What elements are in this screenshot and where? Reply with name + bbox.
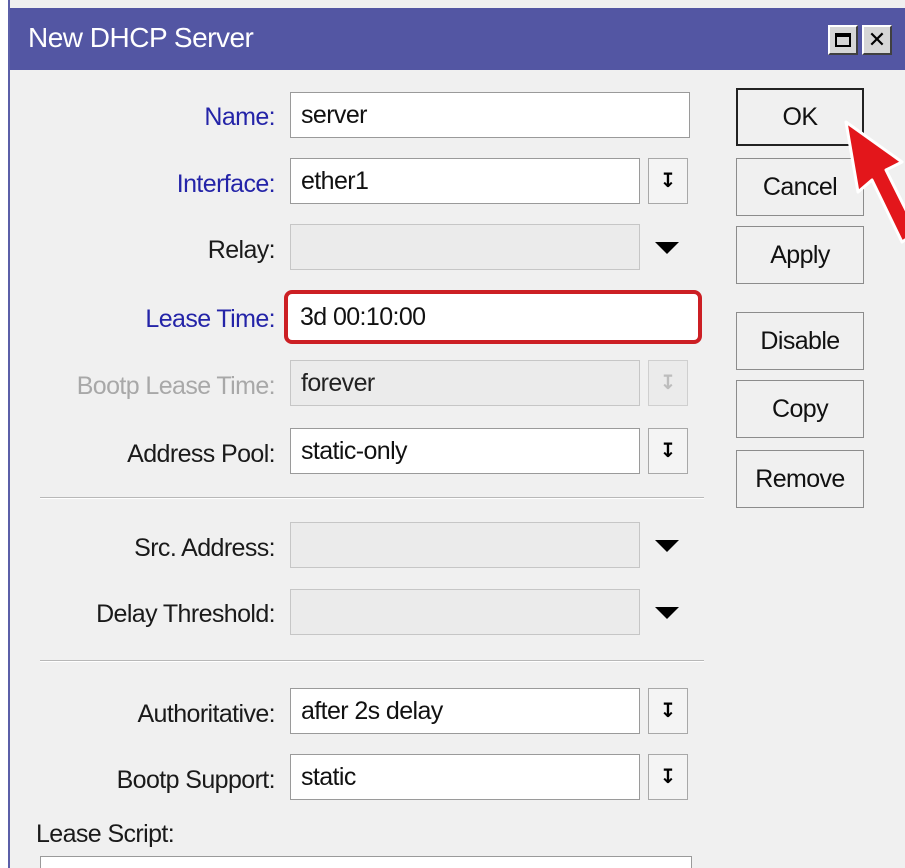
- remove-button[interactable]: Remove: [736, 450, 864, 508]
- relay-expand-arrow-icon[interactable]: [655, 242, 679, 254]
- address-pool-select[interactable]: static-only: [290, 428, 640, 474]
- name-input[interactable]: server: [290, 92, 690, 138]
- dropdown-list-icon: ↧: [659, 766, 677, 788]
- src-address-label: Src. Address:: [134, 534, 275, 562]
- interface-dropdown-button[interactable]: ↧: [648, 158, 688, 204]
- close-button[interactable]: ✕: [862, 25, 892, 55]
- dhcp-server-window: New DHCP Server ✕ Name: server Interface…: [8, 0, 905, 868]
- title-bar[interactable]: New DHCP Server ✕: [10, 8, 905, 70]
- bootp-support-label: Bootp Support:: [116, 766, 276, 794]
- name-label: Name:: [204, 103, 275, 131]
- bootp-support-dropdown-button[interactable]: ↧: [648, 754, 688, 800]
- section-divider: [40, 497, 704, 499]
- src-address-expand-arrow-icon[interactable]: [655, 540, 679, 552]
- address-pool-dropdown-button[interactable]: ↧: [648, 428, 688, 474]
- interface-select[interactable]: ether1: [290, 158, 640, 204]
- lease-time-input[interactable]: 3d 00:10:00: [284, 290, 702, 344]
- lease-script-label: Lease Script:: [36, 820, 175, 848]
- authoritative-dropdown-button[interactable]: ↧: [648, 688, 688, 734]
- bootp-support-select[interactable]: static: [290, 754, 640, 800]
- authoritative-select[interactable]: after 2s delay: [290, 688, 640, 734]
- disable-button[interactable]: Disable: [736, 312, 864, 370]
- lease-time-label: Lease Time:: [145, 305, 275, 333]
- relay-label: Relay:: [207, 236, 276, 264]
- bootp-lease-time-dropdown-button: ↧: [648, 360, 688, 406]
- dropdown-list-icon: ↧: [659, 372, 677, 394]
- maximize-icon: [835, 33, 851, 47]
- pointer-arrow-icon: [844, 120, 905, 244]
- lease-script-textarea[interactable]: [40, 856, 692, 868]
- delay-threshold-input[interactable]: [290, 589, 640, 635]
- delay-threshold-expand-arrow-icon[interactable]: [655, 607, 679, 619]
- bootp-lease-time-select: forever: [290, 360, 640, 406]
- relay-input[interactable]: [290, 224, 640, 270]
- dropdown-list-icon: ↧: [659, 700, 677, 722]
- dropdown-list-icon: ↧: [659, 440, 677, 462]
- authoritative-label: Authoritative:: [137, 700, 275, 728]
- window-title: New DHCP Server: [28, 22, 254, 53]
- copy-button[interactable]: Copy: [736, 380, 864, 438]
- interface-label: Interface:: [176, 170, 276, 198]
- dropdown-list-icon: ↧: [659, 170, 677, 192]
- address-pool-label: Address Pool:: [127, 440, 275, 468]
- bootp-lease-time-label: Bootp Lease Time:: [76, 372, 276, 400]
- maximize-button[interactable]: [828, 25, 858, 55]
- delay-threshold-label: Delay Threshold:: [96, 600, 276, 628]
- section-divider: [40, 660, 704, 662]
- src-address-input[interactable]: [290, 522, 640, 568]
- close-icon: ✕: [867, 27, 887, 52]
